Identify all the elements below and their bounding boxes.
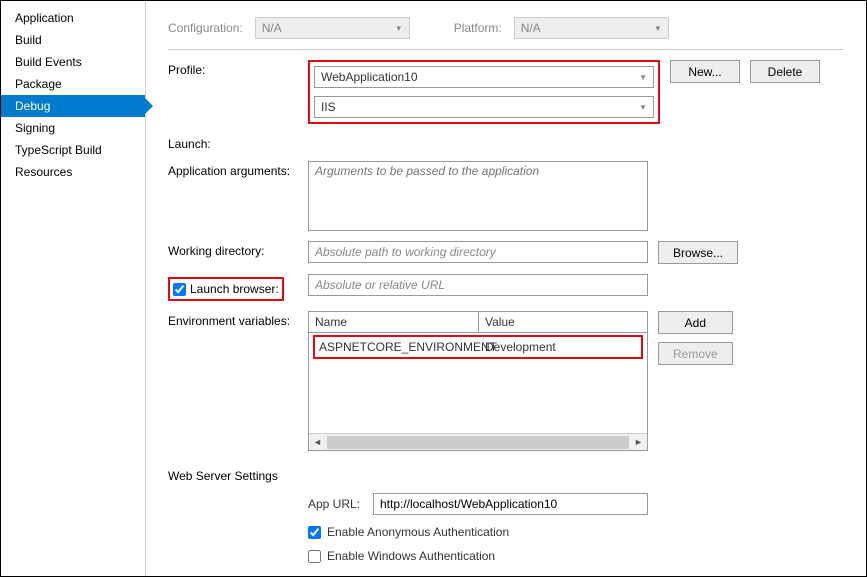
envvars-label: Environment variables: (168, 311, 298, 328)
sidebar-item-package[interactable]: Package (1, 73, 145, 95)
profile-select[interactable]: WebApplication10 ▼ (314, 66, 654, 88)
platform-label: Platform: (454, 21, 502, 35)
env-head-name[interactable]: Name (309, 312, 479, 333)
launch-browser-input[interactable] (308, 274, 648, 296)
enable-anonymous-auth-checkbox[interactable] (308, 526, 321, 539)
appurl-input[interactable] (373, 493, 648, 515)
sidebar: Application Build Build Events Package D… (1, 1, 146, 576)
chevron-down-icon: ▼ (654, 24, 662, 33)
env-row-highlight: ASPNETCORE_ENVIRONMENT Development (313, 335, 643, 359)
sidebar-item-build-events[interactable]: Build Events (1, 51, 145, 73)
profile-label: Profile: (168, 60, 298, 77)
env-table: Name Value ASPNETCORE_ENVIRONMENT Develo… (308, 311, 648, 451)
new-button[interactable]: New... (670, 60, 740, 83)
configuration-select: N/A ▼ (255, 17, 410, 39)
configuration-value: N/A (262, 21, 282, 35)
workdir-input[interactable] (308, 241, 648, 263)
env-cell-name: ASPNETCORE_ENVIRONMENT (315, 337, 481, 357)
appargs-input[interactable] (308, 161, 648, 231)
chevron-down-icon: ▼ (639, 73, 647, 82)
platform-value: N/A (521, 21, 541, 35)
launch-browser-label: Launch browser: (190, 282, 279, 296)
scroll-right-icon[interactable]: ► (630, 437, 647, 447)
sidebar-item-signing[interactable]: Signing (1, 117, 145, 139)
main-content: Configuration: N/A ▼ Platform: N/A ▼ Pro… (146, 1, 866, 576)
appurl-label: App URL: (308, 497, 363, 511)
browse-button[interactable]: Browse... (658, 241, 738, 264)
horizontal-scrollbar[interactable]: ◄ ► (309, 433, 647, 450)
remove-button[interactable]: Remove (658, 342, 733, 365)
table-row[interactable]: ASPNETCORE_ENVIRONMENT Development (315, 337, 641, 357)
enable-anonymous-auth-label: Enable Anonymous Authentication (327, 525, 509, 539)
sidebar-item-application[interactable]: Application (1, 7, 145, 29)
configuration-label: Configuration: (168, 21, 243, 35)
launch-label: Launch: (168, 134, 298, 151)
appargs-label: Application arguments: (168, 161, 298, 178)
scroll-left-icon[interactable]: ◄ (309, 437, 326, 447)
sidebar-item-debug[interactable]: Debug (1, 95, 145, 117)
enable-windows-auth-checkbox[interactable] (308, 550, 321, 563)
chevron-down-icon: ▼ (395, 24, 403, 33)
scroll-thumb[interactable] (327, 436, 629, 449)
env-cell-value: Development (481, 337, 560, 357)
workdir-label: Working directory: (168, 241, 298, 258)
sidebar-item-build[interactable]: Build (1, 29, 145, 51)
env-head-value[interactable]: Value (479, 312, 647, 333)
sidebar-item-resources[interactable]: Resources (1, 161, 145, 183)
web-server-settings-label: Web Server Settings (168, 469, 844, 483)
enable-windows-auth-label: Enable Windows Authentication (327, 549, 495, 563)
delete-button[interactable]: Delete (750, 60, 820, 83)
platform-select: N/A ▼ (514, 17, 669, 39)
sidebar-item-typescript-build[interactable]: TypeScript Build (1, 139, 145, 161)
config-row: Configuration: N/A ▼ Platform: N/A ▼ (168, 17, 844, 50)
add-button[interactable]: Add (658, 311, 733, 334)
profile-value: WebApplication10 (321, 70, 418, 84)
launch-browser-checkbox[interactable] (173, 283, 186, 296)
